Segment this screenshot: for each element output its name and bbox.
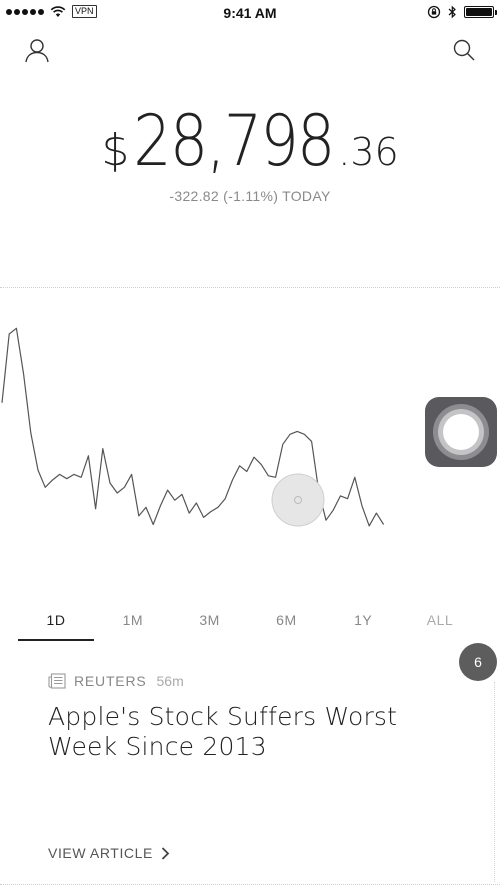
orientation-lock-icon <box>427 5 441 19</box>
view-article-label: VIEW ARTICLE <box>48 845 153 861</box>
daily-change: -322.82 (-1.11%) TODAY <box>169 188 331 204</box>
chart-line <box>1 327 385 527</box>
chart-divider-top <box>0 287 500 288</box>
news-time: 56m <box>156 673 184 689</box>
search-icon[interactable] <box>452 38 476 62</box>
status-bar: VPN 9:41 AM <box>0 0 500 26</box>
headline-line-1: Apple's Stock Suffers Worst <box>48 702 398 731</box>
news-source-name: REUTERS <box>74 673 147 689</box>
view-article-button[interactable]: VIEW ARTICLE <box>48 845 170 861</box>
bluetooth-icon <box>448 5 456 19</box>
person-icon[interactable] <box>24 37 50 63</box>
news-headline[interactable]: Apple's Stock Suffers Worst Week Since 2… <box>48 702 448 762</box>
newspaper-icon <box>48 673 66 689</box>
tab-all[interactable]: ALL <box>402 612 478 641</box>
card-edge <box>494 682 495 882</box>
chart-scrub-cursor <box>271 473 325 527</box>
portfolio-value: $ 28,798 .36 <box>101 100 398 182</box>
value-cents: .36 <box>338 130 399 174</box>
tab-3m[interactable]: 3M <box>172 612 248 641</box>
tab-1d[interactable]: 1D <box>18 612 94 641</box>
portfolio-summary: $ 28,798 .36 -322.82 (-1.11%) TODAY <box>0 100 500 204</box>
value-whole: 28,798 <box>133 100 336 182</box>
timeframe-tabs: 1D 1M 3M 6M 1Y ALL <box>18 612 478 641</box>
news-count-badge[interactable]: 6 <box>459 643 497 681</box>
news-source: REUTERS 56m <box>48 673 184 689</box>
assistive-touch-icon[interactable] <box>425 397 497 467</box>
tab-1m[interactable]: 1M <box>95 612 171 641</box>
tab-1y[interactable]: 1Y <box>325 612 401 641</box>
status-time: 9:41 AM <box>223 5 277 21</box>
status-right <box>427 5 497 19</box>
battery-icon <box>464 6 497 18</box>
currency-symbol: $ <box>101 125 130 176</box>
bottom-divider <box>0 884 500 885</box>
chevron-right-icon <box>161 846 170 860</box>
tab-6m[interactable]: 6M <box>248 612 324 641</box>
headline-line-2: Week Since 2013 <box>48 732 267 761</box>
